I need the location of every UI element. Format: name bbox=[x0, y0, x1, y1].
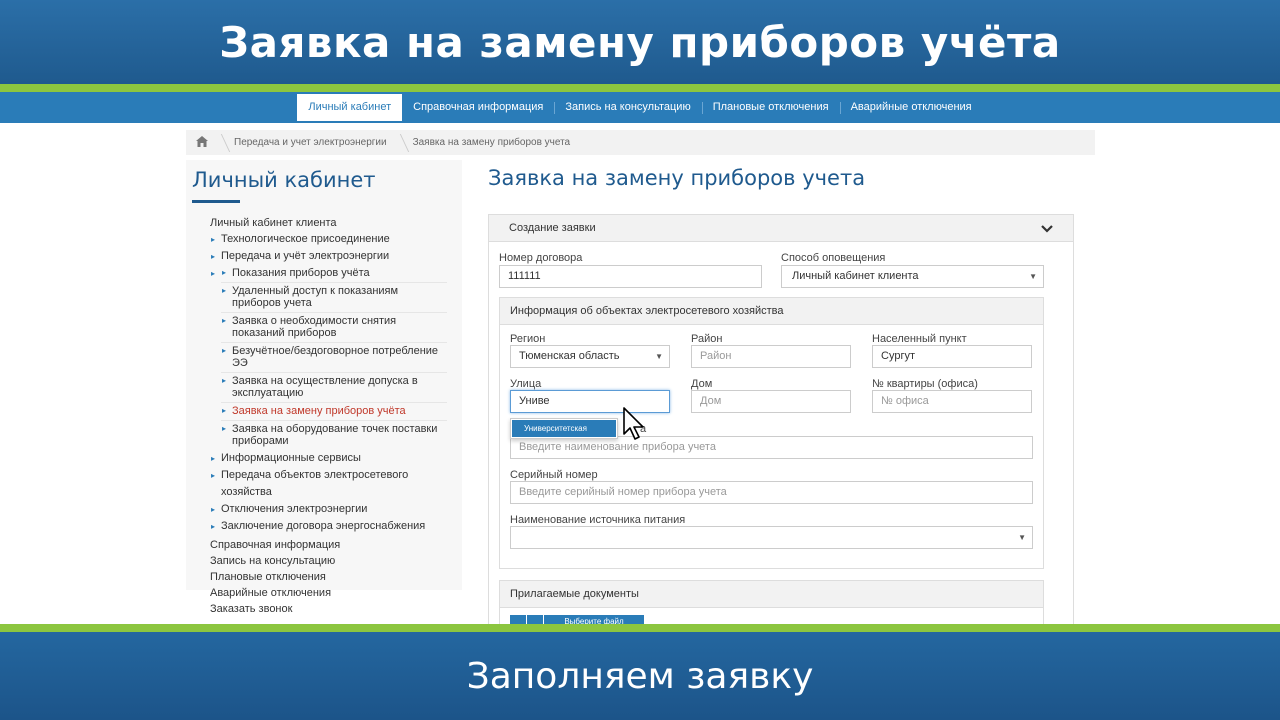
mouse-cursor-icon bbox=[622, 406, 648, 447]
power-source-label: Наименование источника питания bbox=[510, 514, 686, 526]
dropdown-caret-icon: ▼ bbox=[655, 352, 663, 361]
district-input[interactable]: Район bbox=[691, 345, 851, 368]
sidebar-item-emergency[interactable]: Аварийные отключения bbox=[210, 585, 450, 601]
top-navbar: Личный кабинет Справочная информация Зап… bbox=[0, 92, 1280, 123]
breadcrumb-separator bbox=[213, 133, 231, 152]
info-icon[interactable] bbox=[527, 615, 543, 624]
notify-method-value: Личный кабинет клиента bbox=[792, 270, 919, 282]
city-input[interactable]: Сургут bbox=[872, 345, 1032, 368]
street-label: Улица bbox=[510, 378, 542, 390]
sidebar-item-energy-transfer[interactable]: Передача и учёт электроэнергии bbox=[210, 248, 450, 265]
sidebar-item-grid-transfer[interactable]: Передача объектов электросетевого хозяйс… bbox=[210, 467, 450, 501]
dropdown-caret-icon: ▼ bbox=[1018, 533, 1026, 542]
sidebar-item-tech-connection[interactable]: Технологическое присоединение bbox=[210, 231, 450, 248]
sidebar-item-equipment[interactable]: Заявка на оборудование точек поставки пр… bbox=[221, 421, 447, 450]
house-label: Дом bbox=[691, 378, 713, 390]
contract-label: Номер договора bbox=[499, 252, 583, 264]
contract-number-input[interactable]: 111111 bbox=[499, 265, 762, 288]
sidebar-item-callback[interactable]: Заказать звонок bbox=[210, 601, 450, 617]
breadcrumb: Передача и учет электроэнергии Заявка на… bbox=[186, 130, 1095, 155]
apartment-label: № квартиры (офиса) bbox=[872, 378, 978, 390]
sidebar-menu: Личный кабинет клиента Технологическое п… bbox=[186, 203, 462, 617]
panel-header[interactable]: Создание заявки bbox=[489, 215, 1073, 242]
sidebar-item-reading-request[interactable]: Заявка о необходимости снятия показаний … bbox=[221, 313, 447, 343]
breadcrumb-item-current: Заявка на замену приборов учета bbox=[412, 137, 571, 148]
sidebar-item-consultation[interactable]: Запись на консультацию bbox=[210, 553, 450, 569]
nav-item-emergency-outages[interactable]: Аварийные отключения bbox=[839, 92, 983, 123]
notify-label: Способ оповещения bbox=[781, 252, 886, 264]
nav-item-cabinet[interactable]: Личный кабинет bbox=[297, 94, 403, 121]
autocomplete-item[interactable]: Университетская bbox=[512, 420, 616, 437]
apartment-input[interactable]: № офиса bbox=[872, 390, 1032, 413]
district-label: Район bbox=[691, 333, 723, 345]
sidebar-item-reference[interactable]: Справочная информация bbox=[210, 537, 450, 553]
serial-label: Серийный номер bbox=[510, 469, 598, 481]
breadcrumb-item-energy[interactable]: Передача и учет электроэнергии bbox=[234, 137, 387, 148]
region-label: Регион bbox=[510, 333, 546, 345]
notify-method-select[interactable]: Личный кабинет клиента ▼ bbox=[781, 265, 1044, 288]
region-select[interactable]: Тюменская область ▼ bbox=[510, 345, 670, 368]
sidebar-item-unmetered[interactable]: Безучётное/бездоговорное потребление ЭЭ bbox=[221, 343, 447, 373]
page-title: Заявка на замену приборов учета bbox=[488, 166, 866, 190]
serial-number-input[interactable]: Введите серийный номер прибора учета bbox=[510, 481, 1033, 504]
sidebar-item-meter-readings[interactable]: Показания приборов учёта bbox=[221, 265, 447, 283]
top-banner: Заявка на замену приборов учёта bbox=[0, 0, 1280, 84]
sidebar-item-supply-contract[interactable]: Заключение договора энергоснабжения bbox=[210, 518, 450, 535]
region-value: Тюменская область bbox=[519, 350, 620, 362]
document-icon[interactable] bbox=[510, 615, 526, 624]
power-source-select[interactable]: ▼ bbox=[510, 526, 1033, 549]
divider bbox=[0, 84, 1280, 92]
chevron-down-icon[interactable] bbox=[1041, 215, 1053, 252]
house-input[interactable]: Дом bbox=[691, 390, 851, 413]
sidebar-item-info-services[interactable]: Информационные сервисы bbox=[210, 450, 450, 467]
sidebar-item-planned[interactable]: Плановые отключения bbox=[210, 569, 450, 585]
nav-item-consultation[interactable]: Запись на консультацию bbox=[554, 92, 701, 123]
sidebar-title: Личный кабинет bbox=[192, 168, 376, 192]
banner-subtitle: Заполняем заявку bbox=[466, 655, 814, 697]
device-name-input[interactable]: Введите наименование прибора учета bbox=[510, 436, 1033, 459]
sidebar: Личный кабинет Личный кабинет клиента Те… bbox=[186, 160, 462, 615]
home-icon[interactable] bbox=[196, 135, 208, 150]
sidebar-item-remote-access[interactable]: Удаленный доступ к показаниям приборов у… bbox=[221, 283, 447, 313]
dropdown-caret-icon: ▼ bbox=[1029, 272, 1037, 281]
street-autocomplete: Университетская bbox=[510, 418, 618, 439]
panel-title: Создание заявки bbox=[509, 222, 596, 234]
objects-subpanel-title: Информация об объектах электросетевого х… bbox=[500, 298, 1043, 325]
choose-file-button[interactable]: Выберите файл bbox=[544, 615, 644, 624]
documents-subpanel-title: Прилагаемые документы bbox=[500, 581, 1043, 608]
nav-item-planned-outages[interactable]: Плановые отключения bbox=[701, 92, 840, 123]
breadcrumb-separator bbox=[392, 133, 409, 152]
banner-title: Заявка на замену приборов учёта bbox=[219, 17, 1061, 67]
nav-item-reference[interactable]: Справочная информация bbox=[402, 92, 554, 123]
sidebar-item-outages[interactable]: Отключения электроэнергии bbox=[210, 501, 450, 518]
file-upload-controls: Выберите файл bbox=[510, 615, 644, 624]
sidebar-item-meter-replacement[interactable]: Заявка на замену приборов учёта bbox=[221, 403, 447, 421]
city-label: Населенный пункт bbox=[872, 333, 967, 345]
sidebar-item-client-cabinet[interactable]: Личный кабинет клиента bbox=[210, 215, 450, 231]
divider bbox=[0, 624, 1280, 632]
sidebar-item-admission[interactable]: Заявка на осуществление допуска в эксплу… bbox=[221, 373, 447, 403]
bottom-banner: Заполняем заявку bbox=[0, 632, 1280, 720]
